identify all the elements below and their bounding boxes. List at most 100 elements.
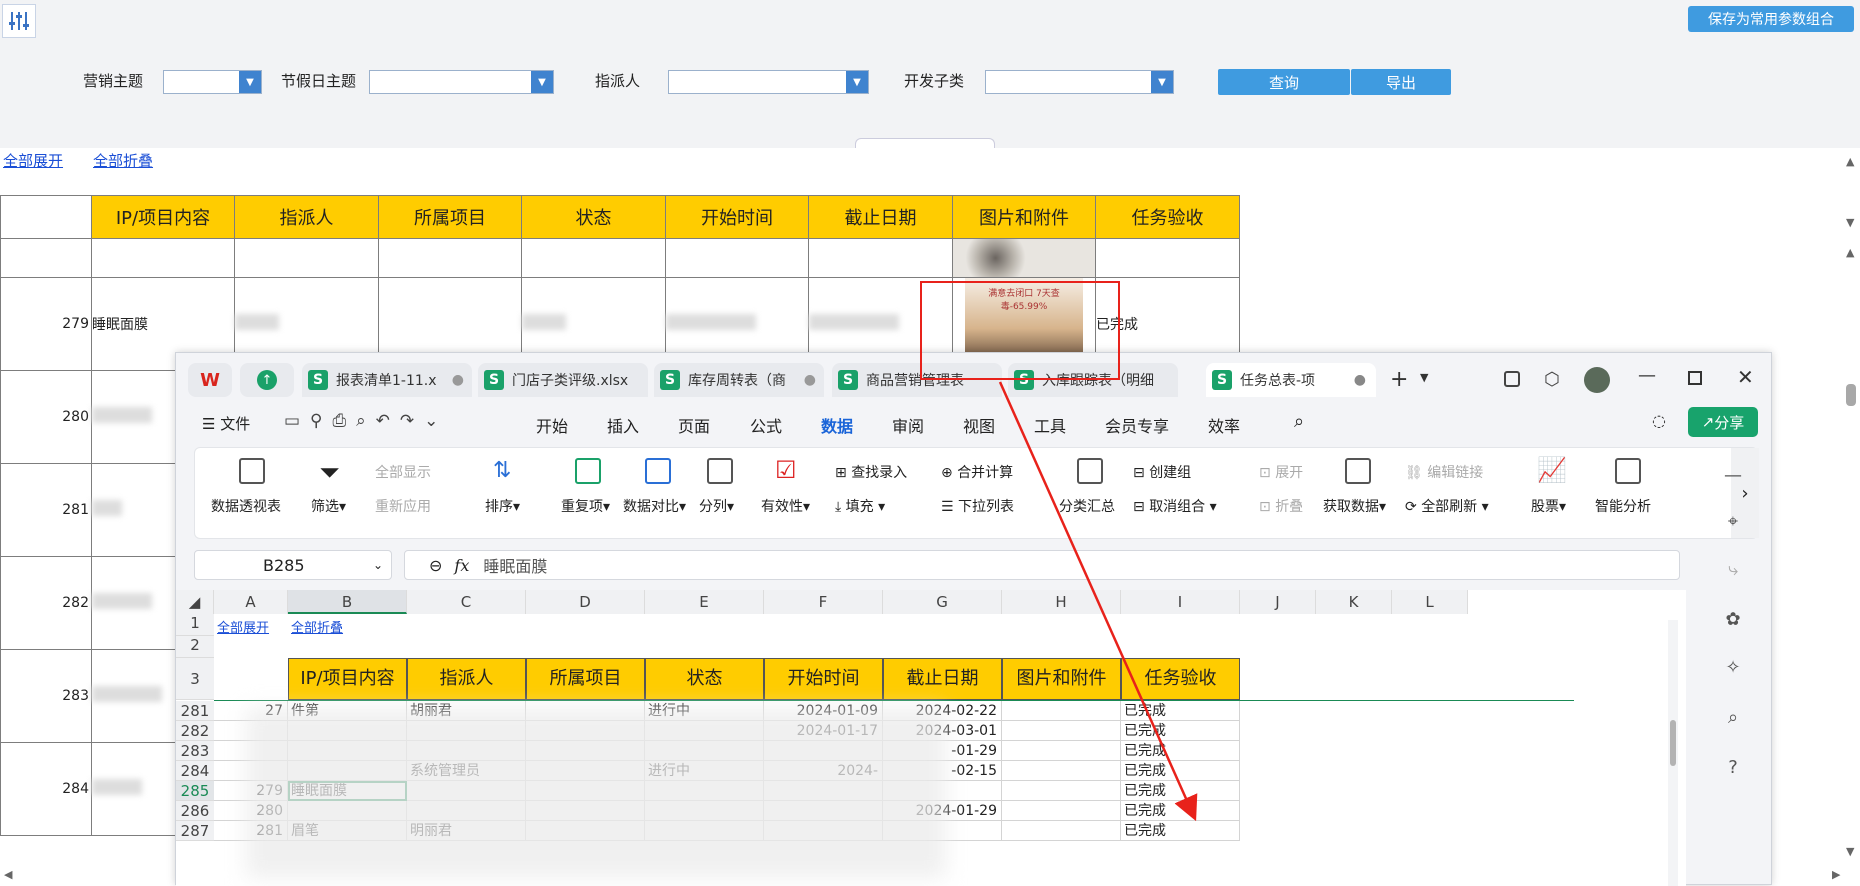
magic-tools-icon[interactable]: ✧: [1720, 657, 1746, 681]
transform-icon[interactable]: ⤷: [1720, 559, 1746, 583]
menu-view[interactable]: 视图: [963, 413, 995, 437]
menu-insert[interactable]: 插入: [607, 413, 639, 437]
header-cell[interactable]: 开始时间: [764, 658, 883, 700]
col-header[interactable]: E: [645, 590, 764, 614]
col-header[interactable]: C: [407, 590, 526, 614]
expand-button[interactable]: ⊡ 展开: [1259, 462, 1303, 482]
header-cell[interactable]: 指派人: [407, 658, 526, 700]
col-header[interactable]: I: [1121, 590, 1240, 614]
book-search-icon[interactable]: ⌕: [1720, 707, 1746, 731]
collapse-all-link[interactable]: 全部折叠: [93, 150, 153, 171]
menu-start[interactable]: 开始: [536, 413, 568, 437]
stocks-button[interactable]: 股票▾: [1531, 496, 1566, 516]
header-cell[interactable]: 图片和附件: [1002, 658, 1121, 700]
theme-select[interactable]: ▼: [163, 70, 262, 94]
col-header[interactable]: F: [764, 590, 883, 614]
settings-sliders-icon[interactable]: [2, 4, 36, 38]
close-icon[interactable]: ✕: [1737, 365, 1754, 389]
smart-analysis-button[interactable]: 智能分析: [1595, 496, 1651, 516]
new-tab-icon[interactable]: +: [1390, 367, 1408, 392]
zoom-icon[interactable]: ⊖: [429, 556, 442, 575]
tab-inventory-turnover[interactable]: S 库存周转表（商 ●: [654, 363, 824, 397]
wps-logo-icon[interactable]: W: [188, 363, 232, 397]
reapply-button[interactable]: 重新应用: [375, 496, 431, 516]
grid-cell[interactable]: 已完成: [1121, 761, 1240, 781]
menu-tools[interactable]: 工具: [1034, 413, 1066, 437]
header-cell[interactable]: IP/项目内容: [288, 658, 407, 700]
ungroup-button[interactable]: ⊟ 取消组合 ▾: [1133, 496, 1217, 516]
formula-bar[interactable]: ⊖ fx 睡眠面膜: [404, 550, 1680, 580]
scroll-up-icon[interactable]: ▲: [1846, 246, 1854, 259]
subcategory-select[interactable]: ▼: [985, 70, 1174, 94]
grid-cell[interactable]: [1002, 801, 1121, 821]
grid-cell[interactable]: 已完成: [1121, 781, 1240, 801]
menu-efficiency[interactable]: 效率: [1208, 413, 1240, 437]
grid-cell[interactable]: [1002, 821, 1121, 841]
sheet-expand-all-link[interactable]: 全部展开: [217, 617, 269, 636]
filter-button[interactable]: 筛选▾: [311, 496, 346, 516]
share-button[interactable]: ↗ 分享: [1688, 407, 1758, 437]
grid-cell[interactable]: [1002, 721, 1121, 741]
header-cell[interactable]: 所属项目: [526, 658, 645, 700]
menu-member[interactable]: 会员专享: [1105, 413, 1169, 437]
create-group-button[interactable]: ⊟ 创建组: [1133, 462, 1191, 482]
grid-cell[interactable]: 已完成: [1121, 821, 1240, 841]
collapse-panel-icon[interactable]: —: [1720, 465, 1746, 489]
pivot-table-button[interactable]: 数据透视表: [211, 496, 281, 516]
tab-task-summary[interactable]: S 任务总表-项 ●: [1206, 363, 1376, 397]
row-header[interactable]: 2: [176, 636, 214, 658]
col-header[interactable]: D: [526, 590, 645, 614]
header-cell[interactable]: 任务验收: [1121, 658, 1240, 700]
col-header[interactable]: J: [1240, 590, 1316, 614]
search-icon[interactable]: ⌕: [1294, 411, 1304, 432]
export-button[interactable]: 导出: [1351, 69, 1451, 95]
spreadsheet-grid[interactable]: ◢ A B C D E F G H I J K L 1 2 3 全部展开 全部折…: [176, 590, 1686, 886]
name-box[interactable]: B285 ⌄: [194, 550, 392, 580]
edit-links-button[interactable]: ⛓ 编辑链接: [1405, 462, 1483, 482]
menu-page[interactable]: 页面: [678, 413, 710, 437]
col-header[interactable]: G: [883, 590, 1002, 614]
tab-report-list[interactable]: S 报表清单1-11.x ●: [302, 363, 472, 397]
row-header[interactable]: 286: [176, 801, 214, 821]
scroll-left-icon[interactable]: ◀: [4, 868, 12, 881]
header-cell[interactable]: 截止日期: [883, 658, 1002, 700]
compare-button[interactable]: 数据对比▾: [623, 496, 686, 516]
row-header[interactable]: 284: [176, 761, 214, 781]
col-header[interactable]: H: [1002, 590, 1121, 614]
grid-cell[interactable]: [1002, 781, 1121, 801]
row-header[interactable]: 287: [176, 821, 214, 841]
sheet-scroll-thumb[interactable]: [1670, 720, 1676, 766]
get-data-button[interactable]: 获取数据▾: [1323, 496, 1386, 516]
fill-button[interactable]: ⤓ 填充 ▾: [835, 496, 885, 516]
grid-cell[interactable]: 已完成: [1121, 801, 1240, 821]
help-icon[interactable]: ?: [1720, 757, 1746, 781]
scroll-up-icon[interactable]: ▲: [1846, 155, 1854, 168]
avatar[interactable]: [1584, 367, 1610, 393]
show-all-button[interactable]: 全部显示: [375, 462, 431, 482]
chevron-down-icon[interactable]: ▼: [1420, 371, 1428, 384]
grid-cell[interactable]: 已完成: [1121, 741, 1240, 761]
merge-calc-button[interactable]: ⊕ 合并计算: [941, 462, 1013, 482]
collapse-button[interactable]: ⊡ 折叠: [1259, 496, 1303, 516]
query-button[interactable]: 查询: [1218, 69, 1350, 95]
menu-review[interactable]: 审阅: [892, 413, 924, 437]
split-button[interactable]: 分列▾: [699, 496, 734, 516]
col-header[interactable]: A: [214, 590, 288, 614]
assignee-select[interactable]: ▼: [668, 70, 869, 94]
row-header[interactable]: 285: [176, 781, 214, 801]
row-header[interactable]: 1: [176, 614, 214, 636]
validation-button[interactable]: 有效性▾: [761, 496, 810, 516]
upload-icon[interactable]: ↑: [240, 363, 294, 397]
col-header[interactable]: L: [1392, 590, 1468, 614]
menu-data[interactable]: 数据: [821, 413, 853, 437]
scroll-down-icon[interactable]: ▼: [1846, 216, 1854, 229]
window-list-icon[interactable]: [1504, 371, 1520, 387]
menu-formula[interactable]: 公式: [750, 413, 782, 437]
vertical-scrollbar-thumb[interactable]: [1846, 384, 1856, 406]
lookup-entry-button[interactable]: ⊞ 查找录入: [835, 462, 907, 482]
col-header[interactable]: B: [288, 590, 407, 614]
sort-button[interactable]: 排序▾: [485, 496, 520, 516]
row-header[interactable]: 283: [176, 741, 214, 761]
quick-access-toolbar[interactable]: ▭⚲⎙⌕↶↷⌄: [284, 411, 448, 431]
sheet-collapse-all-link[interactable]: 全部折叠: [291, 617, 343, 636]
